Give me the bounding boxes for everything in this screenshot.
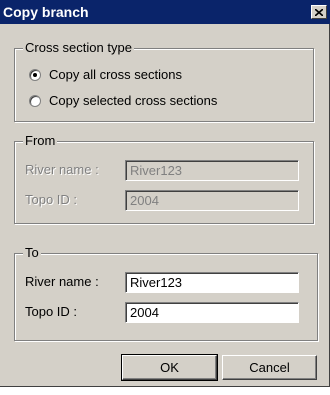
to-legend: To	[23, 245, 41, 260]
close-icon	[315, 8, 323, 16]
from-legend: From	[23, 133, 58, 148]
radio-copy-selected[interactable]: Copy selected cross sections	[29, 93, 217, 108]
cancel-button[interactable]: Cancel	[222, 355, 317, 380]
to-river-name-field[interactable]	[125, 272, 299, 293]
window-title: Copy branch	[3, 4, 89, 20]
ok-button[interactable]: OK	[121, 354, 218, 381]
cross-section-type-legend: Cross section type	[23, 40, 134, 55]
copy-branch-dialog: Copy branch Cross section type Copy all …	[0, 0, 330, 387]
radio-copy-all-button[interactable]	[29, 68, 41, 81]
radio-copy-all[interactable]: Copy all cross sections	[29, 67, 182, 82]
from-river-name-field[interactable]	[125, 160, 299, 181]
radio-copy-all-label: Copy all cross sections	[49, 67, 182, 82]
radio-copy-selected-button[interactable]	[29, 94, 41, 107]
from-river-name-label: River name :	[25, 162, 99, 177]
to-river-name-label: River name :	[25, 274, 99, 289]
title-bar[interactable]: Copy branch	[0, 0, 330, 24]
from-group: From River name : Topo ID :	[14, 133, 314, 224]
cross-section-type-group: Cross section type Copy all cross sectio…	[14, 40, 314, 122]
from-topo-id-label: Topo ID :	[25, 192, 78, 207]
close-button[interactable]	[311, 5, 327, 19]
to-topo-id-label: Topo ID :	[25, 304, 78, 319]
to-topo-id-field[interactable]	[125, 302, 299, 323]
radio-copy-selected-label: Copy selected cross sections	[49, 93, 218, 108]
from-topo-id-field[interactable]	[125, 190, 299, 211]
to-group: To River name : Topo ID :	[14, 245, 318, 341]
